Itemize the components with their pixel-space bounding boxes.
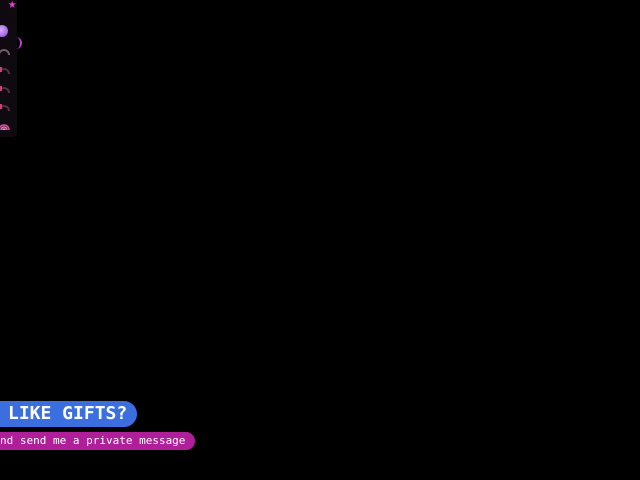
tip-icon[interactable] [0, 64, 10, 76]
tip-icon[interactable] [0, 83, 10, 95]
tip-icon[interactable] [0, 101, 10, 113]
gifts-text: LIKE GIFTS? [8, 403, 128, 424]
private-message-text: nd send me a private message [0, 434, 186, 447]
side-panel: ★ [0, 0, 22, 137]
gifts-banner: LIKE GIFTS? [0, 401, 138, 427]
rainbow-icon[interactable] [0, 120, 10, 132]
star-icon[interactable]: ★ [8, 0, 16, 11]
avatar-icon[interactable] [0, 25, 8, 37]
private-message-banner: nd send me a private message [0, 432, 196, 450]
arc-icon [14, 37, 22, 49]
gauge-icon[interactable] [0, 45, 10, 57]
